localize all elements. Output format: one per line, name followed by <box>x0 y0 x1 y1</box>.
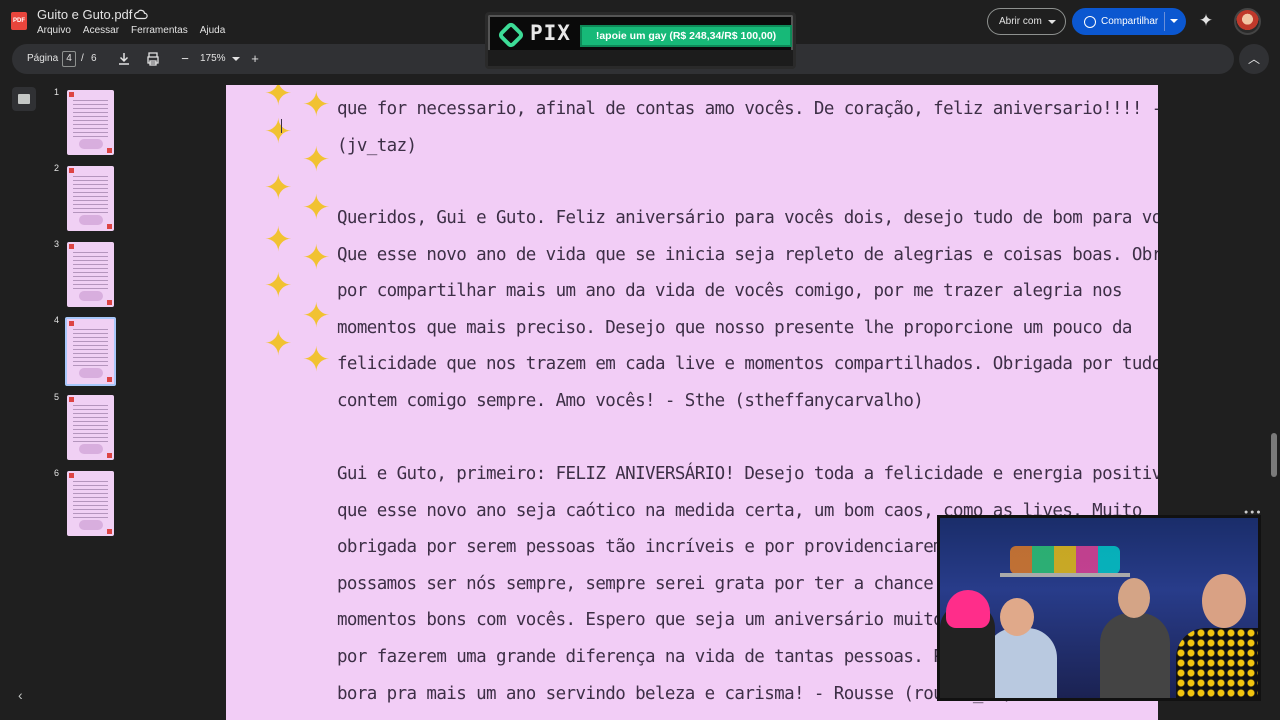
thumbnail-page-1[interactable] <box>67 90 114 155</box>
thumbnails-view-icon[interactable] <box>12 87 36 111</box>
star-decoration-icon: ✦ <box>264 267 293 305</box>
cloud-saved-icon[interactable] <box>134 8 148 22</box>
globe-icon <box>1084 15 1096 28</box>
star-decoration-icon: ✦ <box>302 297 331 335</box>
document-title[interactable]: Guito e Guto.pdf <box>37 7 132 22</box>
share-button[interactable]: Compartilhar <box>1072 8 1186 35</box>
star-decoration-icon: ✦ <box>264 85 293 113</box>
page-separator: / <box>81 53 84 64</box>
open-with-button[interactable]: Abrir com <box>987 8 1066 35</box>
pix-goal-bar: !apoie um gay (R$ 248,34/R$ 100,00) <box>580 25 792 47</box>
text-cursor-icon <box>281 119 282 133</box>
star-decoration-icon: ✦ <box>302 239 331 277</box>
star-decoration-icon: ✦ <box>302 341 331 379</box>
pix-logo-icon <box>496 20 526 50</box>
thumbnail-page-3[interactable] <box>67 242 114 307</box>
text-line: que for necessario, afinal de contas amo… <box>337 99 1158 119</box>
text-line: Queridos, Gui e Guto. Feliz aniversário … <box>337 208 1158 228</box>
thumbnail-number: 4 <box>54 315 60 325</box>
thumbnail-number: 6 <box>54 468 60 478</box>
star-decoration-icon: ✦ <box>302 189 331 227</box>
thumbnail-page-4[interactable] <box>65 317 116 386</box>
pdf-file-icon: PDF <box>11 12 27 30</box>
text-line: Que esse novo ano de vida que se inicia … <box>337 244 1158 265</box>
star-decoration-icon: ✦ <box>302 141 331 179</box>
gemini-sparkle-icon[interactable]: ✦ <box>1197 12 1215 30</box>
total-pages: 6 <box>91 53 97 64</box>
thumbnail-number: 5 <box>54 392 60 402</box>
webcam-overlay <box>937 515 1261 701</box>
text-line: por compartilhar mais um ano da vida de … <box>337 281 1123 302</box>
share-divider <box>1164 12 1165 31</box>
pix-donation-overlay: PIX !apoie um gay (R$ 248,34/R$ 100,00) <box>485 12 796 69</box>
star-decoration-icon: ✦ <box>264 325 293 363</box>
pix-logo-text: PIX <box>530 21 571 45</box>
text-line: Gui e Guto, primeiro: FELIZ ANIVERSÁRIO!… <box>337 464 1158 484</box>
scrollbar[interactable] <box>1271 433 1277 477</box>
text-line: (jv_taz) <box>337 135 417 156</box>
thumbnail-page-2[interactable] <box>67 166 114 231</box>
thumbnail-number: 1 <box>54 87 60 97</box>
menu-item-ajuda[interactable]: Ajuda <box>200 25 226 36</box>
message-sthe: Queridos, Gui e Guto. Feliz aniversário … <box>337 200 1158 420</box>
page-number-input[interactable]: 4 <box>62 51 76 67</box>
zoom-in-icon[interactable]: + <box>247 51 263 67</box>
page-label: Página <box>27 53 59 64</box>
open-with-label: Abrir com <box>999 16 1042 27</box>
avatar[interactable] <box>1234 8 1261 35</box>
star-decoration-icon: ✦ <box>264 113 293 151</box>
share-options-chevron-icon[interactable] <box>1170 19 1178 23</box>
message-jv: que for necessario, afinal de contas amo… <box>337 91 1158 164</box>
pix-goal-text: !apoie um gay (R$ 248,34/R$ 100,00) <box>595 30 777 42</box>
menu-bar: Arquivo Acessar Ferramentas Ajuda <box>37 25 225 36</box>
share-label: Compartilhar <box>1101 16 1159 27</box>
zoom-level[interactable]: 175% <box>200 53 226 64</box>
star-decoration-icon: ✦ <box>264 169 293 207</box>
text-line: felicidade que nos trazem em cada live e… <box>337 354 1158 375</box>
collapse-toolbar-chevron-up-icon[interactable]: ︿ <box>1239 44 1269 74</box>
menu-item-arquivo[interactable]: Arquivo <box>37 25 71 36</box>
menu-item-acessar[interactable]: Acessar <box>83 25 119 36</box>
print-icon[interactable] <box>145 51 161 67</box>
text-line: momentos que mais preciso. Desejo que no… <box>337 317 1132 338</box>
zoom-chevron-down-icon[interactable] <box>232 57 240 61</box>
chevron-down-icon <box>1048 20 1056 24</box>
thumbnail-number: 2 <box>54 163 60 173</box>
thumbnail-page-5[interactable] <box>67 395 114 460</box>
pix-overlay-footer <box>488 50 793 66</box>
thumbnail-number: 3 <box>54 239 60 249</box>
star-decoration-icon: ✦ <box>264 221 293 259</box>
zoom-out-icon[interactable]: − <box>177 51 193 67</box>
download-icon[interactable] <box>116 51 132 67</box>
thumbnail-page-6[interactable] <box>67 471 114 536</box>
menu-item-ferramentas[interactable]: Ferramentas <box>131 25 188 36</box>
text-line: contem comigo sempre. Amo vocês! - Sthe … <box>337 390 924 411</box>
collapse-sidebar-chevron-left-icon[interactable]: ‹ <box>18 687 23 703</box>
star-decoration-icon: ✦ <box>302 86 331 124</box>
